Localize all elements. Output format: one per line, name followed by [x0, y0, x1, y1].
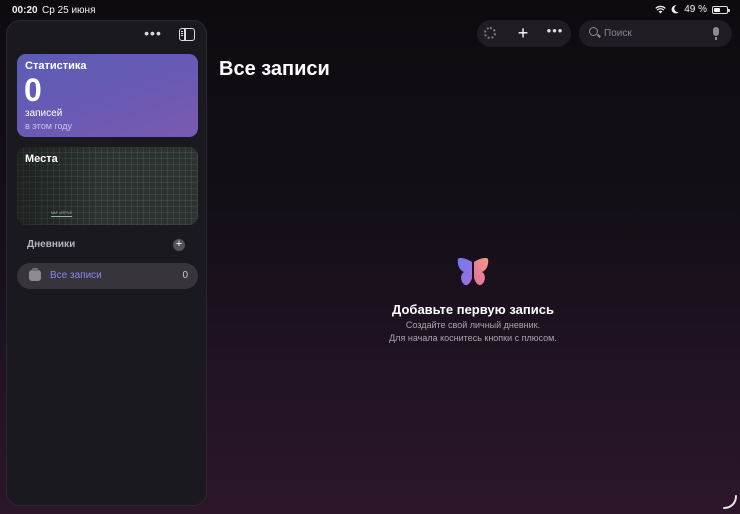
toolbar: + •••	[477, 20, 571, 47]
search-bar[interactable]	[579, 20, 732, 47]
stats-card-unit: записей	[25, 108, 63, 119]
status-date: Ср 25 июня	[42, 5, 96, 16]
places-card-title: Места	[25, 153, 58, 165]
stats-card-period: в этом году	[25, 121, 73, 131]
battery-fill	[714, 7, 720, 12]
microphone-icon[interactable]	[713, 27, 719, 40]
battery-percent: 49 %	[684, 4, 707, 15]
empty-state-hint: Для начала коснитесь кнопки с плюсом.	[389, 333, 557, 343]
add-entry-button[interactable]: +	[514, 23, 532, 43]
status-indicators: 49 %	[655, 4, 730, 15]
journal-item-count: 0	[182, 270, 188, 281]
search-icon	[589, 27, 598, 36]
sidebar: ••• Статистика 0 записей в этом году Мес…	[6, 20, 207, 506]
status-time: 00:20	[12, 5, 38, 16]
search-input[interactable]	[604, 26, 704, 41]
map-legal-mark: ᴹᴬᴾ ˢᴱᴿⱽᴵᶜᴱ	[51, 211, 73, 217]
journal-item-label: Все записи	[50, 270, 102, 281]
moon-icon	[671, 5, 680, 14]
status-bar: 00:20 Ср 25 июня 49 %	[0, 0, 740, 20]
resize-handle-icon[interactable]	[720, 492, 738, 510]
stats-card[interactable]: Статистика 0 записей в этом году	[17, 54, 198, 137]
journal-item-all-entries[interactable]: Все записи 0	[17, 263, 198, 289]
sync-spinner-icon	[484, 27, 496, 39]
stats-card-title: Статистика	[25, 60, 87, 72]
empty-state-title: Добавьте первую запись	[392, 302, 554, 317]
add-journal-button[interactable]: +	[173, 239, 185, 251]
butterfly-logo-icon	[457, 258, 489, 286]
toolbar-more-button[interactable]: •••	[546, 24, 564, 38]
sidebar-more-button[interactable]: •••	[143, 26, 163, 43]
empty-state-description: Создайте свой личный дневник.	[405, 320, 541, 330]
battery-icon	[712, 5, 730, 14]
sidebar-toggle-icon[interactable]	[179, 28, 195, 41]
places-card[interactable]: Места ᴹᴬᴾ ˢᴱᴿⱽᴵᶜᴱ	[17, 147, 198, 225]
journal-book-icon	[29, 268, 41, 281]
journals-section-title: Дневники	[27, 239, 76, 250]
page-title: Все записи	[219, 58, 330, 80]
stats-card-count: 0	[24, 72, 42, 108]
wifi-icon	[655, 5, 666, 14]
